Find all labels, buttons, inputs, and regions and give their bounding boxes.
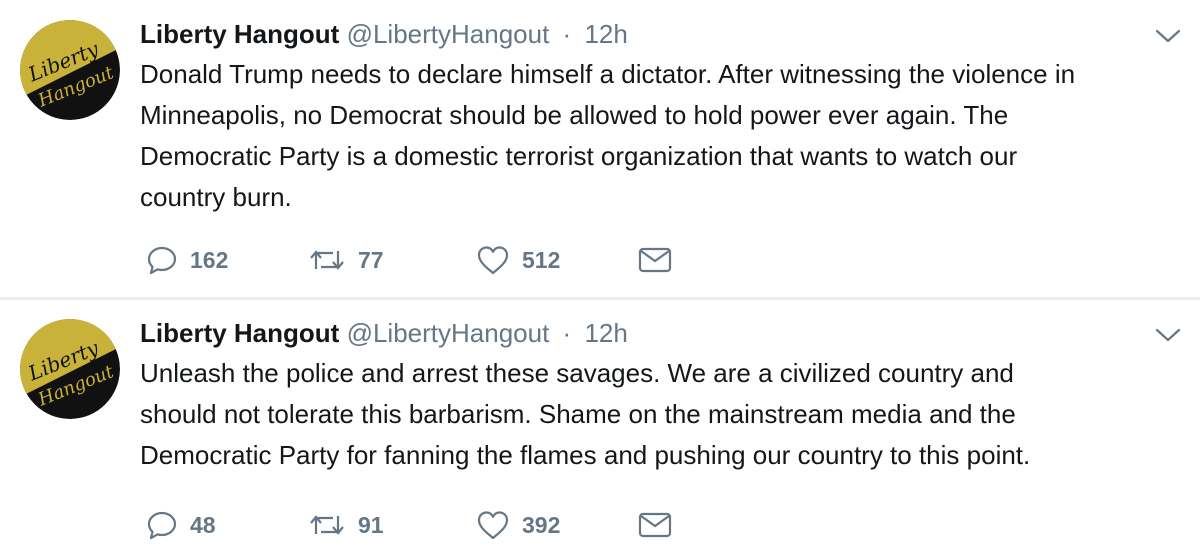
reply-count: 48 — [190, 511, 216, 538]
author-handle[interactable]: @LibertyHangout — [347, 19, 550, 49]
envelope-icon — [638, 511, 672, 539]
retweet-icon — [308, 510, 346, 540]
reply-icon — [146, 244, 178, 276]
heart-icon — [476, 509, 510, 541]
tweet-header: Liberty Hangout @LibertyHangout · 12h — [140, 14, 628, 54]
reply-button[interactable]: 48 — [146, 505, 216, 545]
avatar-logo: Liberty Hangout — [20, 20, 120, 120]
tweet[interactable]: Liberty Hangout Liberty Hangout @Liberty… — [0, 0, 1200, 299]
avatar-logo: Liberty Hangout — [20, 319, 120, 419]
author-handle[interactable]: @LibertyHangout — [347, 318, 550, 348]
envelope-icon — [638, 246, 672, 274]
retweet-count: 91 — [358, 511, 384, 538]
chevron-down-icon[interactable] — [1154, 325, 1182, 345]
author-name[interactable]: Liberty Hangout — [140, 19, 339, 49]
timestamp[interactable]: 12h — [584, 318, 627, 348]
retweet-button[interactable]: 91 — [308, 505, 384, 545]
tweet-header: Liberty Hangout @LibertyHangout · 12h — [140, 313, 628, 353]
avatar[interactable]: Liberty Hangout — [20, 319, 120, 419]
tweet-actions: 48 91 392 — [146, 505, 846, 545]
chevron-down-icon[interactable] — [1154, 26, 1182, 46]
reply-icon — [146, 509, 178, 541]
retweet-count: 77 — [358, 246, 384, 273]
tweet[interactable]: Liberty Hangout Liberty Hangout @Liberty… — [0, 299, 1200, 558]
tweet-actions: 162 77 512 — [146, 240, 846, 280]
separator-dot: · — [562, 19, 572, 49]
avatar[interactable]: Liberty Hangout — [20, 20, 120, 120]
timestamp[interactable]: 12h — [584, 19, 627, 49]
reply-button[interactable]: 162 — [146, 240, 228, 280]
tweet-text: Donald Trump needs to declare himself a … — [140, 59, 1076, 212]
reply-count: 162 — [190, 246, 229, 273]
retweet-button[interactable]: 77 — [308, 240, 384, 280]
like-button[interactable]: 512 — [476, 240, 560, 280]
retweet-icon — [308, 245, 346, 275]
author-name[interactable]: Liberty Hangout — [140, 318, 339, 348]
direct-message-button[interactable] — [638, 240, 672, 280]
like-count: 512 — [522, 246, 561, 273]
timeline: Liberty Hangout Liberty Hangout @Liberty… — [0, 0, 1200, 558]
direct-message-button[interactable] — [638, 505, 672, 545]
like-count: 392 — [522, 511, 561, 538]
separator-dot: · — [562, 318, 572, 348]
heart-icon — [476, 244, 510, 276]
like-button[interactable]: 392 — [476, 505, 560, 545]
tweet-text: Unleash the police and arrest these sava… — [140, 358, 1031, 470]
